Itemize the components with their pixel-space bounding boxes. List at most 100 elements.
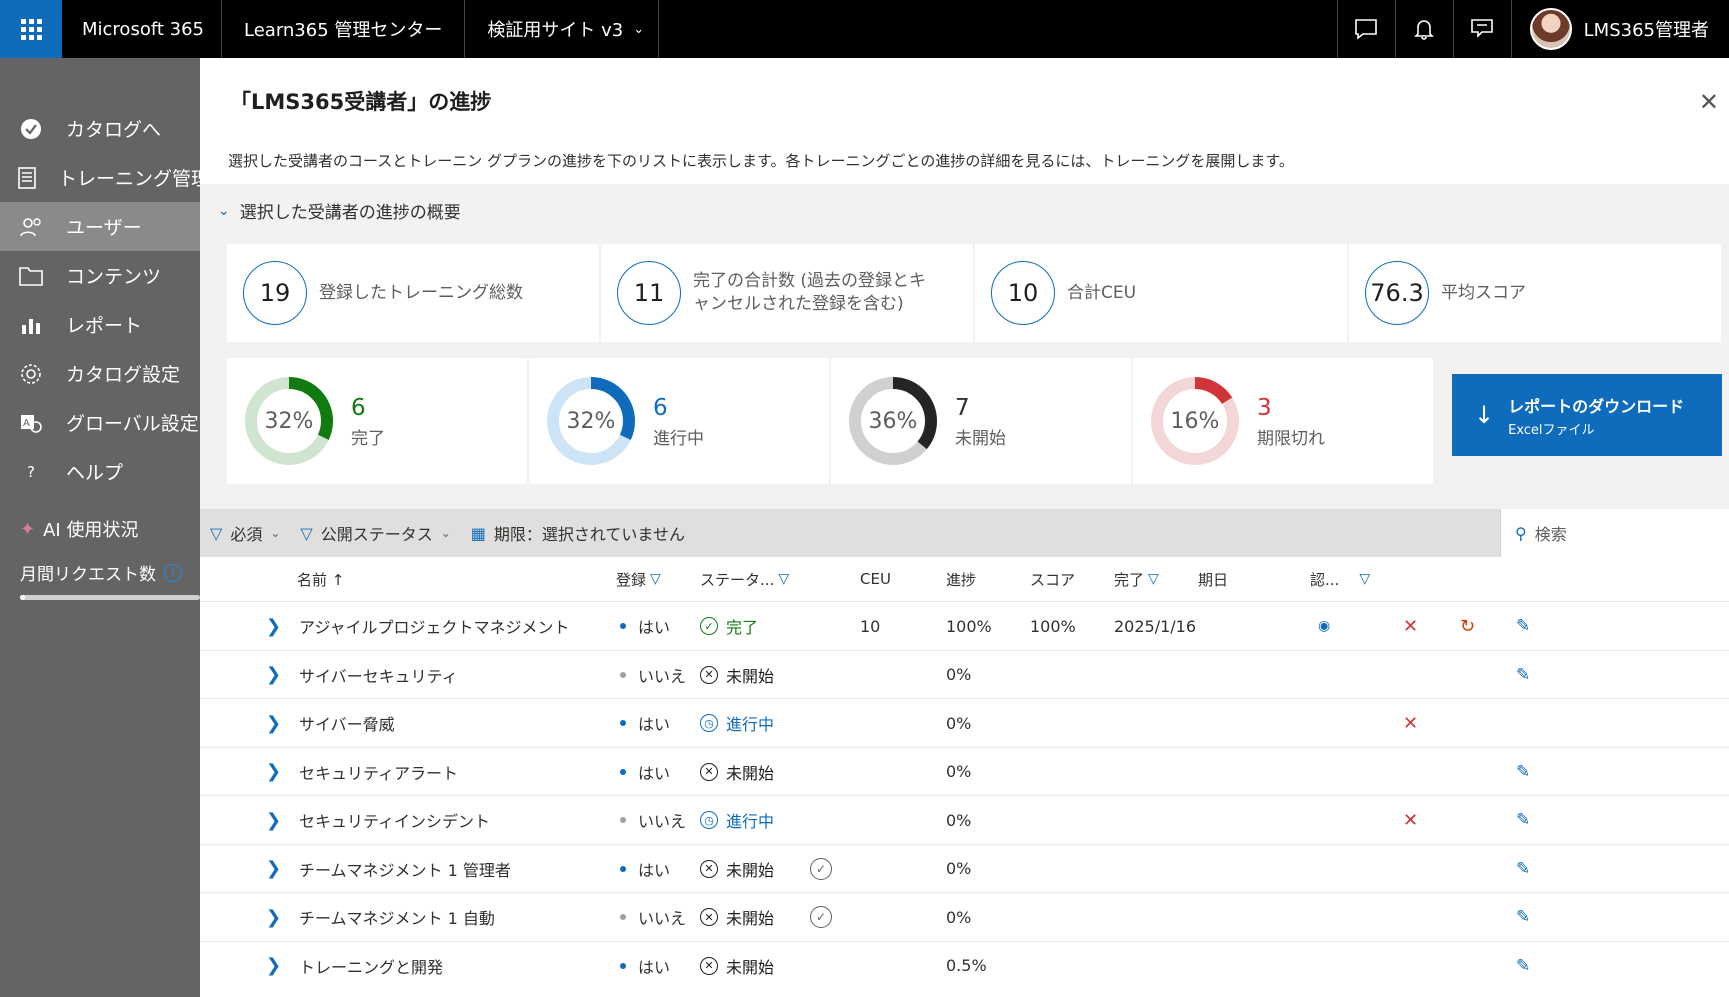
header-ceu-label: CEU	[860, 570, 891, 588]
search-box[interactable]: ⚲ 検索	[1500, 509, 1729, 557]
edit-icon[interactable]: ✎	[1516, 796, 1530, 844]
table-row[interactable]: ❯ チームマネジメント 1 自動 いいえ ✕ 未開始 ✓ 0% ✎	[200, 892, 1729, 941]
enrolled-cell: いいえ	[620, 651, 686, 699]
not-started-icon: ✕	[700, 908, 718, 926]
brand-link[interactable]: Microsoft 365	[62, 0, 222, 58]
stat-label: 完了の合計数 (過去の登録とキャンセルされた登録を含む)	[693, 271, 927, 314]
expand-chevron-icon[interactable]: ❯	[266, 845, 281, 893]
progress-value: 100%	[946, 616, 992, 636]
table-row[interactable]: ❯ サイバーセキュリティ いいえ ✕ 未開始 0% ✎	[200, 649, 1729, 699]
cert-check-icon: ✓	[810, 845, 832, 893]
monthly-requests-bar	[20, 595, 200, 600]
table-row[interactable]: ❯ セキュリティアラート はい ✕ 未開始 0% ✎	[200, 746, 1729, 796]
remove-icon[interactable]: ✕	[1403, 699, 1418, 747]
clock-icon: ◷	[700, 811, 718, 829]
status-cell: ✕ 未開始	[700, 651, 774, 699]
global-settings-icon: A	[18, 412, 44, 434]
remove-icon[interactable]: ✕	[1403, 796, 1418, 844]
expand-chevron-icon[interactable]: ❯	[266, 796, 281, 844]
sidebar-item-help[interactable]: ? ヘルプ	[0, 447, 200, 496]
app-title[interactable]: Learn365 管理センター	[222, 0, 466, 58]
header-status[interactable]: ステータ... ▽	[700, 569, 789, 590]
donut-in-progress: 32% 6 進行中	[529, 358, 829, 484]
chat-icon[interactable]	[1336, 0, 1395, 58]
edit-icon[interactable]: ✎	[1516, 942, 1530, 990]
table-row[interactable]: ❯ サイバー脅威 はい ◷ 進行中 0% ✕	[200, 698, 1729, 747]
info-icon[interactable]: i	[164, 563, 182, 582]
filter-publish-status[interactable]: ▽ 公開ステータス ⌄	[300, 521, 450, 545]
status-cell: ✕ 未開始	[700, 942, 774, 990]
sidebar-item-users[interactable]: ユーザー	[0, 202, 200, 251]
top-bar: Microsoft 365 Learn365 管理センター 検証用サイト v3 …	[0, 0, 1729, 58]
header-enrolled[interactable]: 登録 ▽	[616, 569, 661, 590]
status-cell: ✕ 未開始	[700, 748, 774, 796]
header-completed[interactable]: 完了 ▽	[1114, 569, 1159, 590]
expand-chevron-icon[interactable]: ❯	[266, 893, 281, 941]
header-name[interactable]: 名前 ↑	[297, 569, 344, 590]
progress-panel: 「LMS365受講者」の進捗 ✕ 選択した受講者のコースとトレーニン グプランの…	[200, 58, 1729, 997]
filter-required[interactable]: ▽ 必須 ⌄	[210, 521, 280, 545]
status-value: 未開始	[726, 909, 775, 928]
enrolled-dot	[620, 720, 626, 726]
enrolled-cell: はい	[620, 942, 670, 990]
header-ceu[interactable]: CEU	[860, 570, 891, 588]
sidebar-item-catalog-settings[interactable]: カタログ設定	[0, 349, 200, 398]
expand-chevron-icon[interactable]: ❯	[266, 699, 281, 747]
close-icon[interactable]: ✕	[1699, 88, 1719, 116]
site-selector[interactable]: 検証用サイト v3 ⌄	[465, 0, 660, 58]
waffle-icon[interactable]	[0, 0, 62, 58]
header-cert[interactable]: 認... ▽	[1310, 569, 1370, 590]
search-input[interactable]: 検索	[1535, 521, 1567, 545]
download-report-button[interactable]: ↓ レポートのダウンロード Excelファイル	[1452, 374, 1722, 456]
header-enrolled-label: 登録	[616, 570, 647, 589]
donut-count: 6	[653, 394, 668, 421]
progress-summary: ⌄ 選択した受講者の進捗の概要 19 登録したトレーニング総数 11 完了の合計…	[200, 184, 1729, 509]
stat-total-ceu: 10 合計CEU	[975, 244, 1347, 342]
sidebar-item-label: カタログ設定	[66, 364, 181, 386]
sidebar-item-content[interactable]: コンテンツ	[0, 251, 200, 300]
edit-icon[interactable]: ✎	[1516, 748, 1530, 796]
sidebar-item-label: コンテンツ	[66, 266, 162, 288]
expand-chevron-icon[interactable]: ❯	[266, 748, 281, 796]
edit-icon[interactable]: ✎	[1516, 602, 1530, 650]
edit-icon[interactable]: ✎	[1516, 893, 1530, 941]
table-row[interactable]: ❯ セキュリティインシデント いいえ ◷ 進行中 0% ✕ ✎	[200, 795, 1729, 844]
help-icon: ?	[27, 462, 35, 481]
expand-chevron-icon[interactable]: ❯	[266, 942, 281, 990]
training-name: セキュリティインシデント	[299, 812, 491, 831]
training-name: トレーニングと開発	[299, 957, 444, 977]
sidebar-item-global-settings[interactable]: A グローバル設定	[0, 398, 200, 447]
enrolled-dot	[620, 623, 626, 629]
expand-chevron-icon[interactable]: ❯	[266, 651, 281, 699]
sidebar-item-catalog[interactable]: カタログへ	[0, 104, 200, 153]
header-due[interactable]: 期日	[1198, 569, 1228, 590]
header-cert-label: 認...	[1310, 570, 1340, 589]
table-row[interactable]: ❯ チームマネジメント 1 管理者 はい ✕ 未開始 ✓ 0% ✎	[200, 843, 1729, 893]
bell-icon[interactable]	[1394, 0, 1453, 58]
summary-toggle[interactable]: ⌄ 選択した受講者の進捗の概要	[218, 198, 461, 224]
reset-icon[interactable]: ↻	[1460, 602, 1475, 650]
header-score[interactable]: スコア	[1030, 569, 1075, 590]
stat-label: 合計CEU	[1067, 282, 1137, 303]
donut-percent: 36%	[868, 408, 918, 434]
enrolled-dot	[620, 962, 626, 969]
training-name: チームマネジメント 1 管理者	[299, 860, 511, 880]
view-icon[interactable]: ◉	[1318, 602, 1330, 650]
feedback-icon[interactable]	[1452, 0, 1511, 58]
table-row[interactable]: ❯ アジャイルプロジェクトマネジメント はい ✓ 完了 10 100% 100% 2025/1/…	[200, 601, 1729, 650]
filter-icon: ▽	[650, 571, 661, 587]
sidebar-item-training[interactable]: トレーニング管理	[0, 153, 200, 202]
gear-icon	[18, 363, 44, 385]
user-menu[interactable]: LMS365管理者	[1510, 0, 1729, 58]
edit-icon[interactable]: ✎	[1516, 651, 1530, 699]
sidebar-item-label: カタログへ	[66, 119, 162, 141]
remove-icon[interactable]: ✕	[1403, 602, 1418, 650]
edit-icon[interactable]: ✎	[1516, 845, 1530, 893]
expand-chevron-icon[interactable]: ❯	[266, 602, 281, 650]
download-sublabel: Excelファイル	[1508, 422, 1595, 438]
sidebar-item-reports[interactable]: レポート	[0, 300, 200, 349]
donut-count: 7	[955, 394, 970, 421]
header-progress[interactable]: 進捗	[946, 569, 976, 590]
filter-due-date[interactable]: ▦ 期限：選択されていません	[471, 521, 685, 545]
table-row[interactable]: ❯ トレーニングと開発 はい ✕ 未開始 0.5% ✎	[200, 940, 1729, 990]
